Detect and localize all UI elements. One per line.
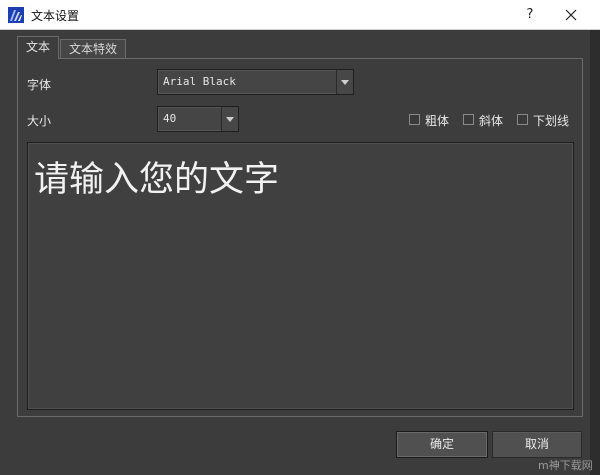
title-bar: 文本设置 ?	[0, 0, 600, 30]
close-button[interactable]	[556, 5, 586, 25]
cancel-button[interactable]: 取消	[492, 431, 582, 458]
window-title: 文本设置	[31, 9, 80, 23]
app-icon	[8, 7, 24, 23]
font-label: 字体	[27, 78, 52, 92]
close-icon	[565, 9, 577, 21]
size-select-value: 40	[163, 112, 177, 125]
font-select-dropdown[interactable]	[336, 70, 353, 94]
watermark: m神下载网	[538, 459, 593, 472]
text-input[interactable]: 请输入您的文字	[27, 142, 574, 410]
italic-label[interactable]: 斜体	[479, 112, 503, 129]
window-edge	[590, 30, 600, 475]
font-select-value: Arial Black	[163, 75, 236, 88]
underline-label[interactable]: 下划线	[533, 112, 569, 129]
size-select-dropdown[interactable]	[221, 107, 238, 131]
italic-checkbox[interactable]	[463, 114, 474, 125]
bold-label[interactable]: 粗体	[425, 112, 449, 129]
text-input-value: 请输入您的文字	[34, 160, 280, 200]
underline-checkbox[interactable]	[517, 114, 528, 125]
font-select[interactable]: Arial Black	[157, 69, 354, 95]
tab-text-effects[interactable]: 文本特效	[60, 39, 126, 58]
size-label: 大小	[27, 114, 52, 128]
tab-text[interactable]: 文本	[17, 36, 59, 59]
size-select[interactable]: 40	[157, 106, 239, 132]
help-icon[interactable]: ?	[518, 5, 542, 25]
chevron-down-icon	[226, 117, 234, 122]
bold-checkbox[interactable]	[409, 114, 420, 125]
ok-button[interactable]: 确定	[396, 431, 488, 458]
chevron-down-icon	[341, 80, 349, 85]
